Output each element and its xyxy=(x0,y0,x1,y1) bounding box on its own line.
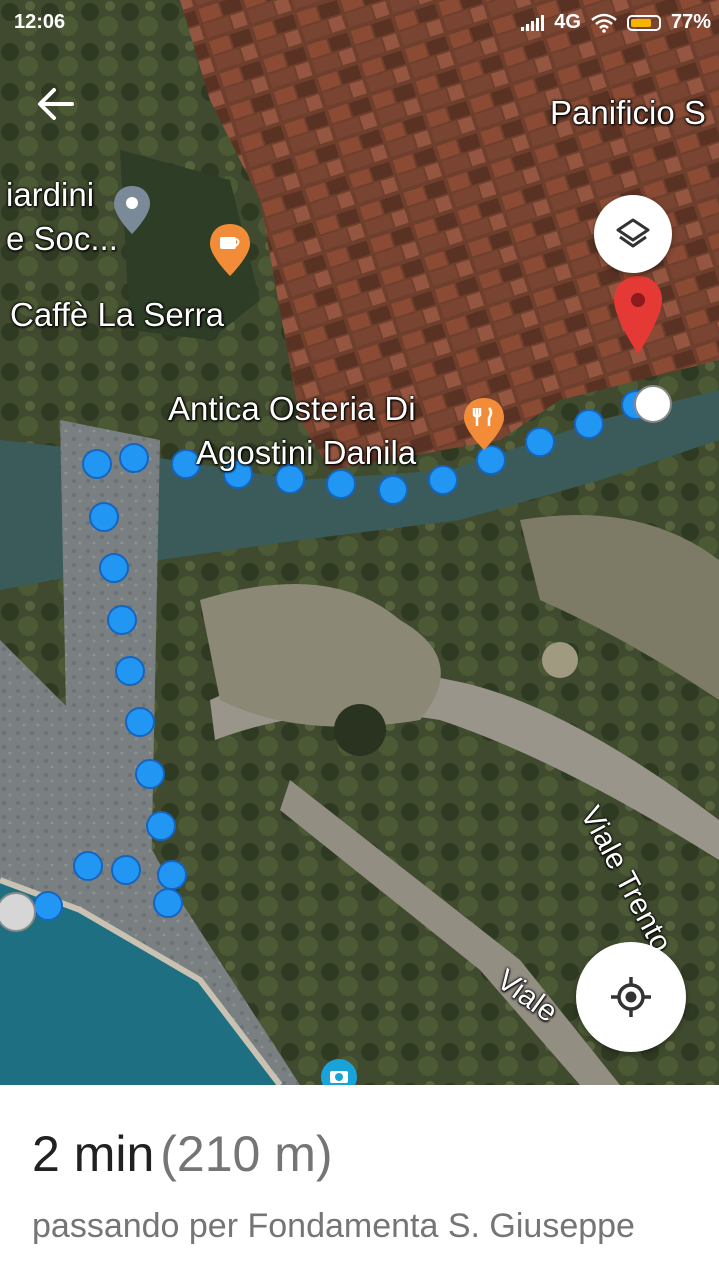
walking-route xyxy=(0,385,672,932)
label-caffe-la-serra[interactable]: Caffè La Serra xyxy=(10,296,224,334)
cafe-icon[interactable] xyxy=(208,222,252,278)
place-pin-icon[interactable] xyxy=(112,184,152,236)
restaurant-icon[interactable] xyxy=(462,396,506,452)
network-type: 4G xyxy=(554,11,581,33)
route-via: passando per Fondamenta S. Giuseppe xyxy=(32,1207,635,1245)
back-arrow-icon[interactable] xyxy=(32,80,80,128)
label-giardini-line2[interactable]: e Soc... xyxy=(6,220,118,258)
route-duration-line: 2 min (210 m) xyxy=(32,1125,333,1183)
label-antica-osteria-line2[interactable]: Agostini Danila xyxy=(196,434,416,472)
origin-endpoint xyxy=(0,892,36,932)
route-distance: (210 m) xyxy=(160,1126,333,1182)
my-location-icon xyxy=(611,977,651,1017)
destination-endpoint xyxy=(634,385,672,423)
map-view[interactable]: Panificio S iardini e Soc... Caffè La Se… xyxy=(0,0,719,1085)
label-giardini-line1[interactable]: iardini xyxy=(6,176,94,214)
layers-icon xyxy=(616,218,650,248)
label-panificio[interactable]: Panificio S xyxy=(550,94,706,132)
signal-icon xyxy=(521,14,545,31)
status-bar: 12:06 4G 77% xyxy=(0,0,719,46)
destination-pin-icon[interactable] xyxy=(612,274,664,356)
label-antica-osteria-line1[interactable]: Antica Osteria Di xyxy=(168,390,416,428)
wifi-icon xyxy=(591,13,617,33)
my-location-button[interactable] xyxy=(576,942,686,1052)
layers-button[interactable] xyxy=(594,195,672,273)
route-duration: 2 min xyxy=(32,1126,155,1182)
camera-icon[interactable] xyxy=(320,1058,358,1085)
battery-percent: 77% xyxy=(670,11,711,33)
battery-icon xyxy=(626,14,661,31)
status-time: 12:06 xyxy=(14,11,66,33)
